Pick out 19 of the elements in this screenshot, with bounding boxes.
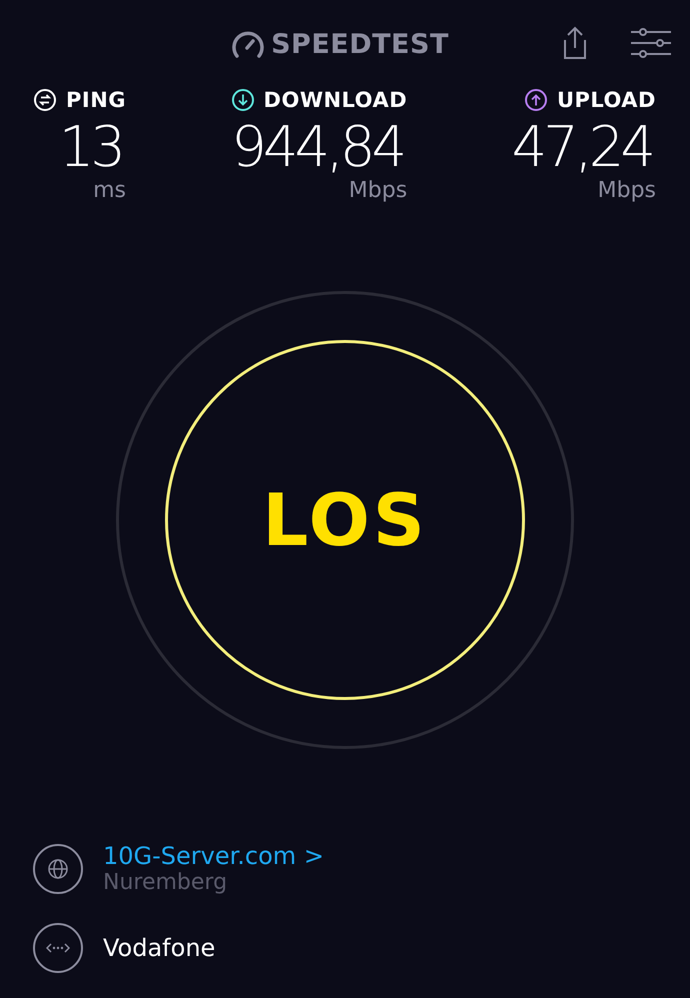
globe-icon [33, 844, 83, 894]
metric-unit: ms [93, 178, 126, 203]
metric-value: 47,24 [512, 116, 653, 180]
gauge-icon [231, 29, 266, 59]
metric-label: DOWNLOAD [264, 88, 408, 112]
metric-unit: Mbps [348, 178, 408, 203]
server-link[interactable]: 10G-Server.com > [103, 842, 324, 870]
server-location: Nuremberg [103, 870, 228, 895]
metric-label: UPLOAD [556, 88, 656, 112]
metric-unit: Mbps [598, 178, 656, 203]
metric-label: PING [66, 88, 126, 112]
app-logo: SPEEDTEST [271, 28, 449, 60]
network-icon [33, 923, 83, 973]
start-button[interactable]: LOS [165, 340, 525, 700]
share-button[interactable] [562, 26, 588, 60]
settings-button[interactable] [630, 28, 672, 58]
provider-name: Vodafone [103, 934, 216, 962]
metric-value: 13 [58, 116, 124, 180]
metric-value: 944,84 [231, 116, 404, 180]
